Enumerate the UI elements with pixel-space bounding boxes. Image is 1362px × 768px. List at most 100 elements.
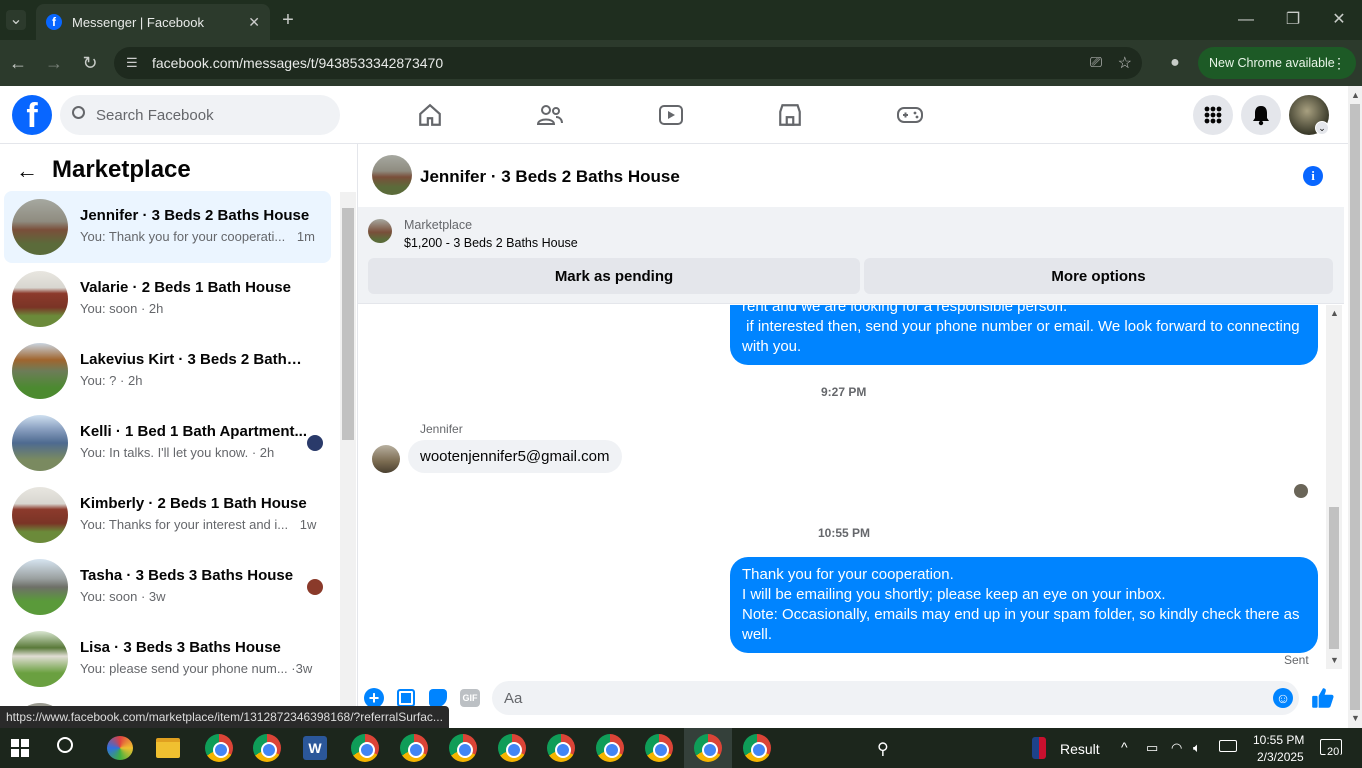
home-icon[interactable] (410, 95, 450, 135)
conversation-title: Valarie · 2 Beds 1 Bath House (80, 279, 291, 296)
taskbar-chrome-icon[interactable] (498, 734, 526, 762)
more-options-button[interactable]: More options (864, 258, 1333, 294)
facebook-logo-icon[interactable]: f (12, 95, 52, 135)
taskbar-chrome-icon[interactable] (743, 734, 771, 762)
incoming-message[interactable]: wootenjennifer5@gmail.com (408, 440, 622, 473)
taskbar-chrome-icon[interactable] (400, 734, 428, 762)
new-tab-icon[interactable]: + (278, 10, 298, 30)
browser-tab[interactable]: f Messenger | Facebook ✕ (36, 4, 270, 40)
meet-now-icon[interactable]: ▭ (1146, 740, 1158, 756)
sender-avatar[interactable] (372, 445, 400, 473)
conversation-item-kelli[interactable]: Kelli · 1 Bed 1 Bath Apartment... You: I… (4, 407, 331, 479)
keyboard-icon[interactable] (1219, 740, 1237, 752)
menu-dots-icon[interactable]: ⋮ (1332, 55, 1346, 72)
tab-search-icon[interactable]: ⌄ (6, 10, 26, 30)
listing-banner-thumbnail[interactable] (368, 219, 392, 243)
timestamp-separator: 9:27 PM (821, 385, 867, 399)
install-app-icon[interactable]: ⎚ (1090, 54, 1102, 71)
restore-icon[interactable]: ❐ (1283, 10, 1303, 30)
conversation-item-valarie[interactable]: Valarie · 2 Beds 1 Bath House You: soon … (4, 263, 331, 335)
listing-detail[interactable]: $1,200 - 3 Beds 2 Baths House (404, 236, 578, 250)
conversation-item-tasha[interactable]: Tasha · 3 Beds 3 Baths House You: soon ·… (4, 551, 331, 623)
conversation-item-jennifer[interactable]: Jennifer · 3 Beds 2 Baths House You: Tha… (4, 191, 331, 263)
address-bar[interactable]: ☰ facebook.com/messages/t/94385333428734… (114, 47, 1142, 79)
scroll-up-icon[interactable]: ▲ (1351, 90, 1360, 100)
taskbar-chrome-icon[interactable] (596, 734, 624, 762)
chat-title[interactable]: Jennifer · 3 Beds 2 Baths House (420, 167, 680, 187)
taskbar-chrome-icon[interactable] (253, 734, 281, 762)
taskbar-chrome-icon[interactable] (449, 734, 477, 762)
conversation-snippet: You: soon · 2h (80, 301, 164, 316)
menu-grid-icon[interactable] (1193, 95, 1233, 135)
scroll-down-icon[interactable]: ▼ (1351, 713, 1360, 723)
outgoing-message[interactable]: rent and we are looking for a responsibl… (730, 305, 1318, 365)
close-window-icon[interactable]: ✕ (1329, 10, 1349, 30)
taskbar-file-explorer-icon[interactable] (156, 738, 180, 758)
wifi-icon[interactable]: ◠ (1171, 740, 1182, 756)
scroll-up-icon[interactable]: ▲ (1330, 308, 1339, 318)
message-composer-input[interactable]: Aa (492, 681, 1299, 715)
clock-time[interactable]: 10:55 PM (1253, 733, 1304, 747)
new-chrome-available-button[interactable]: New Chrome available ⋮ (1198, 47, 1356, 79)
mark-as-pending-button[interactable]: Mark as pending (368, 258, 860, 294)
marketplace-icon[interactable] (770, 95, 810, 135)
gif-label: GIF (462, 693, 478, 703)
taskbar-chrome-icon[interactable] (351, 734, 379, 762)
message-line: I will be emailing you shortly; please k… (742, 586, 1166, 603)
add-more-icon[interactable]: + (364, 688, 384, 708)
conversation-item-kimberly[interactable]: Kimberly · 2 Beds 1 Bath House You: Than… (4, 479, 331, 551)
minimize-icon[interactable]: — (1236, 10, 1256, 30)
conversation-item-lisa[interactable]: Lisa · 3 Beds 3 Baths House You: please … (4, 623, 331, 695)
scrollbar-thumb[interactable] (1329, 507, 1339, 649)
nba-logo-icon[interactable] (1032, 737, 1046, 759)
thumbs-up-icon[interactable] (1310, 685, 1336, 711)
profile-icon[interactable]: ● (1165, 53, 1185, 73)
thread-scrollbar[interactable]: ▲ ▼ (1326, 305, 1342, 669)
show-hidden-icons-icon[interactable]: ^ (1121, 739, 1128, 755)
scroll-down-icon[interactable]: ▼ (1330, 655, 1339, 665)
taskbar-search-icon[interactable] (57, 737, 73, 753)
close-tab-icon[interactable]: ✕ (248, 14, 260, 31)
reload-icon[interactable]: ↻ (80, 53, 100, 73)
gaming-icon[interactable] (890, 95, 930, 135)
conversation-item-lakevius[interactable]: Lakevius Kirt · 3 Beds 2 Baths H... You:… (4, 335, 331, 407)
taskbar-chrome-icon[interactable] (205, 734, 233, 762)
watch-icon[interactable] (651, 95, 691, 135)
photo-icon[interactable] (397, 689, 415, 707)
composer-placeholder: Aa (504, 689, 523, 707)
gif-icon[interactable]: GIF (460, 689, 480, 707)
account-chevron-down-icon[interactable]: ⌄ (1315, 121, 1329, 135)
chat-header-thumbnail[interactable] (372, 155, 412, 195)
message-line: Note: Occasionally, emails may end up in… (742, 606, 1300, 623)
taskbar-chrome-icon-active[interactable] (694, 734, 722, 762)
conversation-snippet: You: In talks. I'll let you know. · 2h (80, 445, 275, 460)
conversation-list-scrollbar[interactable] (340, 192, 356, 728)
search-placeholder: Search Facebook (96, 106, 214, 124)
notifications-bell-icon[interactable] (1241, 95, 1281, 135)
bookmark-star-icon[interactable]: ☆ (1118, 53, 1132, 73)
emoji-icon[interactable]: ☺ (1273, 688, 1293, 708)
scrollbar-thumb[interactable] (342, 208, 354, 440)
clock-date[interactable]: 2/3/2025 (1257, 750, 1304, 764)
page-scrollbar[interactable]: ▲ ▼ (1348, 86, 1362, 728)
forward-icon[interactable]: → (44, 53, 64, 73)
message-line: Thank you for your cooperation. (742, 566, 954, 583)
search-input[interactable]: Search Facebook (60, 95, 340, 135)
taskbar-people-icon[interactable]: ⚲ (877, 739, 889, 759)
site-info-icon[interactable]: ☰ (126, 55, 138, 71)
back-icon[interactable]: ← (8, 53, 28, 73)
taskbar-chrome-icon[interactable] (645, 734, 673, 762)
taskbar-word-icon[interactable]: W (303, 736, 327, 760)
listing-thumbnail (12, 271, 68, 327)
friends-icon[interactable] (530, 95, 570, 135)
listing-thumbnail (12, 343, 68, 399)
taskbar-chrome-icon[interactable] (547, 734, 575, 762)
outgoing-message[interactable]: Thank you for your cooperation. I will b… (730, 557, 1318, 653)
conversation-info-icon[interactable]: i (1303, 166, 1323, 186)
volume-icon[interactable]: 🔈︎ (1193, 740, 1201, 756)
taskbar-paint-icon[interactable] (107, 736, 133, 760)
weather-widget-label[interactable]: Result (1060, 741, 1100, 757)
conversation-title: Kelli · 1 Bed 1 Bath Apartment... (80, 423, 307, 440)
windows-start-icon[interactable] (11, 739, 29, 757)
scrollbar-thumb[interactable] (1350, 104, 1360, 710)
